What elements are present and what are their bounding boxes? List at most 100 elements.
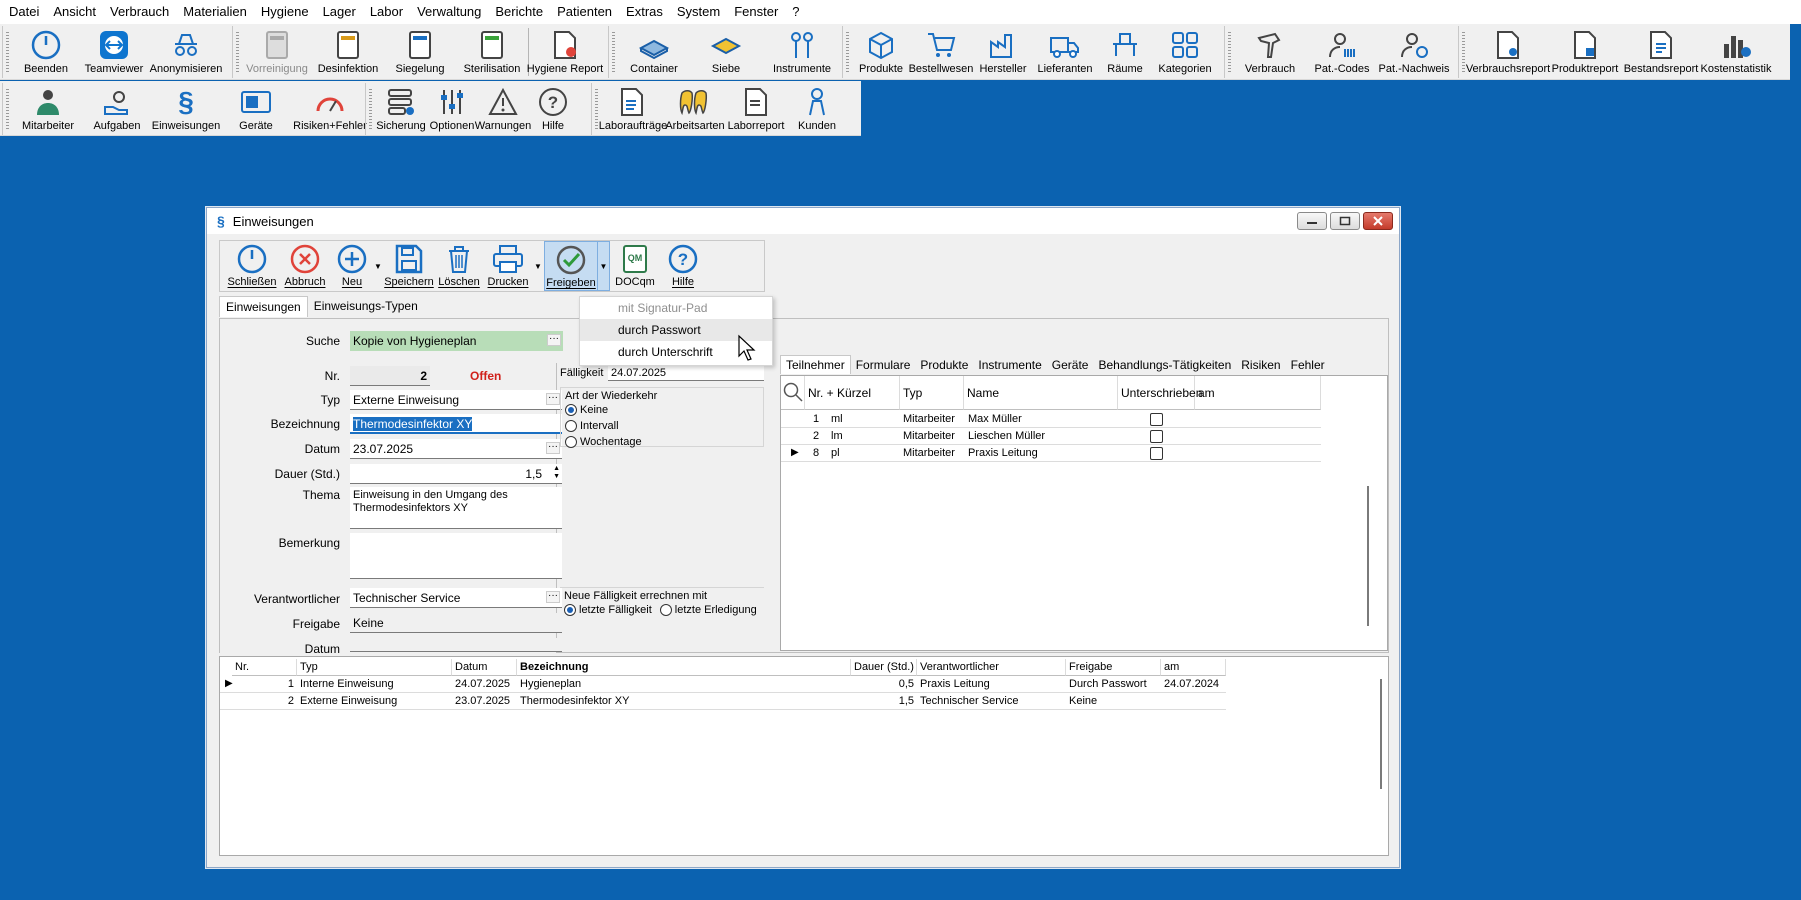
menu-hygiene[interactable]: Hygiene (254, 0, 316, 24)
tab-einweisungen[interactable]: Einweisungen (219, 296, 308, 317)
verantwortlicher-field[interactable]: Technischer Service ··· (350, 588, 562, 608)
arbeitsarten-button[interactable]: Arbeitsarten (665, 83, 725, 135)
bestandsreport-button[interactable]: Bestandsreport (1622, 26, 1700, 78)
siegelung-button[interactable]: Siegelung (384, 26, 456, 78)
tab-einweisungs-typen[interactable]: Einweisungs-Typen (308, 296, 424, 317)
radio-keine[interactable]: Keine (561, 404, 763, 420)
docqm-button[interactable]: QM DOCqm (610, 241, 660, 291)
col-dauer[interactable]: Dauer (Std.) (851, 659, 917, 676)
vorreinigung-button[interactable]: Vorreinigung (242, 26, 312, 78)
lieferanten-button[interactable]: Lieferanten (1034, 26, 1096, 78)
tab-geraete[interactable]: Geräte (1047, 356, 1094, 374)
dauer-field[interactable]: 1,5 ▲ ▼ (350, 464, 562, 484)
menu-berichte[interactable]: Berichte (488, 0, 550, 24)
verbrauchsreport-button[interactable]: Verbrauchsreport (1466, 26, 1550, 78)
col-typ[interactable]: Typ (297, 659, 452, 676)
window-hilfe-button[interactable]: ? Hilfe (660, 241, 706, 291)
unterschrieben-checkbox[interactable] (1150, 447, 1163, 460)
thema-field[interactable]: Einweisung in den Umgang des Thermodesin… (350, 487, 562, 529)
kategorien-button[interactable]: Kategorien (1154, 26, 1216, 78)
geraete-button[interactable]: Geräte (222, 83, 290, 135)
bestellwesen-button[interactable]: Bestellwesen (909, 26, 973, 78)
pat-nachweis-button[interactable]: Pat.-Nachweis (1378, 26, 1450, 78)
siebe-button[interactable]: Siebe (690, 26, 762, 78)
verbrauch-button[interactable]: Verbrauch (1234, 26, 1306, 78)
toolbar-grip[interactable] (3, 83, 12, 135)
col-freigabe[interactable]: Freigabe (1066, 659, 1161, 676)
window-titlebar[interactable]: § Einweisungen (207, 208, 1399, 234)
menu-materialien[interactable]: Materialien (176, 0, 254, 24)
toolbar-grip[interactable] (233, 26, 242, 78)
radio-letzte-faelligkeit[interactable]: letzte Fälligkeit (564, 604, 652, 617)
pat-codes-button[interactable]: Pat.-Codes (1306, 26, 1378, 78)
unterschrieben-checkbox[interactable] (1150, 430, 1163, 443)
drucken-dropdown-arrow[interactable]: ▼ (532, 241, 544, 291)
table-row[interactable]: 1 ml Mitarbeiter Max Müller (781, 411, 1321, 428)
warnungen-button[interactable]: Warnungen (475, 83, 531, 135)
produkte-button[interactable]: Produkte (852, 26, 910, 78)
tab-fehler[interactable]: Fehler (1286, 356, 1330, 374)
minimize-button[interactable] (1297, 212, 1327, 230)
neu-button[interactable]: Neu (332, 241, 372, 291)
datum-field[interactable]: 23.07.2025 ··· (350, 439, 562, 459)
hygiene-report-button[interactable]: Hygiene Report (527, 26, 603, 78)
table-row[interactable]: 2 Externe Einweisung 23.07.2025 Thermode… (220, 693, 1226, 710)
col-am[interactable]: am (1161, 659, 1226, 676)
bemerkung-field[interactable] (350, 533, 562, 579)
tab-produkte[interactable]: Produkte (915, 356, 973, 374)
col-typ[interactable]: Typ (900, 376, 964, 410)
laborreport-button[interactable]: Laborreport (725, 83, 787, 135)
toolbar-grip[interactable] (3, 26, 12, 78)
col-verantwortlicher[interactable]: Verantwortlicher (917, 659, 1066, 676)
anonymisieren-button[interactable]: Anonymisieren (148, 26, 224, 78)
tab-risiken[interactable]: Risiken (1236, 356, 1285, 374)
dauer-spinner[interactable]: ▲ ▼ (553, 465, 560, 481)
menu-help[interactable]: ? (785, 0, 806, 24)
menu-fenster[interactable]: Fenster (727, 0, 785, 24)
container-button[interactable]: Container (618, 26, 690, 78)
teamviewer-button[interactable]: Teamviewer (80, 26, 148, 78)
menu-labor[interactable]: Labor (363, 0, 410, 24)
freigeben-button[interactable]: Freigeben (544, 241, 598, 291)
sterilisation-button[interactable]: Sterilisation (456, 26, 528, 78)
menu-patienten[interactable]: Patienten (550, 0, 619, 24)
table-row[interactable]: ▶ 1 Interne Einweisung 24.07.2025 Hygien… (220, 676, 1226, 693)
sicherung-button[interactable]: Sicherung (375, 83, 427, 135)
col-bezeichnung[interactable]: Bezeichnung (517, 659, 851, 676)
vertical-scrollbar[interactable] (1380, 679, 1382, 789)
radio-letzte-erledigung[interactable]: letzte Erledigung (659, 604, 757, 617)
col-unterschrieben[interactable]: Unterschrieben (1118, 376, 1202, 410)
desinfektion-button[interactable]: Desinfektion (312, 26, 384, 78)
neu-dropdown-arrow[interactable]: ▼ (372, 241, 384, 291)
freigeben-dropdown-arrow[interactable]: ▼ (598, 241, 610, 291)
labor-auftraege-button[interactable]: Laboraufträge (599, 83, 667, 135)
col-name[interactable]: Name (964, 376, 1118, 410)
menu-verbrauch[interactable]: Verbrauch (103, 0, 176, 24)
typ-field[interactable]: Externe Einweisung ··· (350, 390, 562, 410)
vertical-scrollbar[interactable] (1367, 486, 1369, 626)
menu-extras[interactable]: Extras (619, 0, 670, 24)
col-datum[interactable]: Datum (452, 659, 517, 676)
typ-ellipsis-button[interactable]: ··· (546, 393, 560, 405)
col-am[interactable]: am (1195, 376, 1321, 410)
search-ellipsis-button[interactable]: ··· (547, 334, 561, 346)
tab-formulare[interactable]: Formulare (851, 356, 916, 374)
hilfe-button[interactable]: ? Hilfe (529, 83, 577, 135)
close-window-button[interactable] (1363, 212, 1393, 230)
radio-wochentage[interactable]: Wochentage (561, 436, 763, 452)
kunden-button[interactable]: Kunden (787, 83, 847, 135)
unterschrieben-checkbox[interactable] (1150, 413, 1163, 426)
schliessen-button[interactable]: Schließen (226, 241, 278, 291)
table-row[interactable]: ▶ 8 pl Mitarbeiter Praxis Leitung (781, 445, 1321, 462)
optionen-button[interactable]: Optionen (427, 83, 477, 135)
einweisungen-button[interactable]: § Einweisungen (150, 83, 222, 135)
search-input[interactable]: Kopie von Hygieneplan ··· (350, 331, 563, 351)
kostenstatistik-button[interactable]: Kostenstatistik (1700, 26, 1772, 78)
hersteller-button[interactable]: Hersteller (972, 26, 1034, 78)
raeume-button[interactable]: Räume (1096, 26, 1154, 78)
tab-instrumente[interactable]: Instrumente (973, 356, 1046, 374)
toolbar-grip[interactable] (366, 83, 375, 135)
tab-behandlungs-taetigkeiten[interactable]: Behandlungs-Tätigkeiten (1093, 356, 1236, 374)
tab-teilnehmer[interactable]: Teilnehmer (780, 355, 851, 374)
datum-picker-button[interactable]: ··· (546, 442, 560, 454)
